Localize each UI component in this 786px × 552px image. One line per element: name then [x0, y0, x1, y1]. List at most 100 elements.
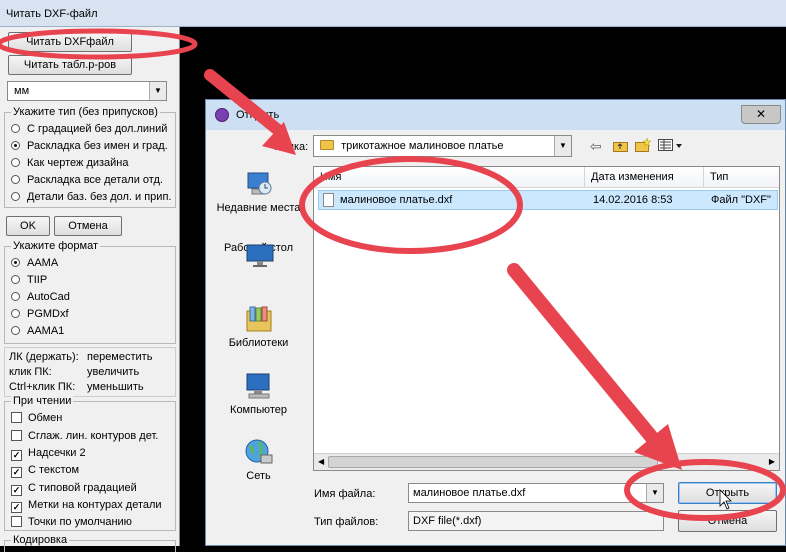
hint-key: ЛК (держать): — [9, 351, 79, 363]
chevron-down-icon[interactable]: ▼ — [554, 136, 571, 156]
hint-value: увеличить — [87, 366, 140, 378]
place-label: Сеть — [246, 470, 271, 482]
places-bar: Недавние места Рабочий стол Библиотеки К… — [213, 160, 304, 495]
read-option[interactable]: ✓ С типовой градацией — [11, 480, 137, 496]
column-header-date[interactable]: Дата изменения — [585, 167, 704, 188]
open-button[interactable]: Открыть — [678, 482, 777, 504]
type-option[interactable]: Как чертеж дизайна — [11, 155, 129, 171]
radio-icon[interactable] — [11, 158, 20, 167]
folder-label: Папка: — [274, 141, 309, 153]
read-options-group: При чтении Обмен Сглаж. лин. контуров де… — [4, 395, 176, 531]
scrollbar-thumb[interactable] — [328, 456, 658, 468]
horizontal-scrollbar[interactable]: ◀ ▶ — [314, 453, 779, 470]
format-option[interactable]: PGMDxf — [11, 306, 69, 322]
units-select[interactable]: мм ▼ — [7, 81, 167, 101]
scroll-left-icon[interactable]: ◀ — [318, 457, 324, 466]
radio-selected-icon[interactable] — [11, 258, 20, 267]
checkbox-icon[interactable] — [11, 516, 22, 527]
radio-icon[interactable] — [11, 124, 20, 133]
place-label: Недавние места — [216, 202, 301, 214]
libraries-icon — [246, 306, 271, 332]
file-name-input[interactable]: малиновое платье.dxf ▼ — [408, 483, 664, 503]
recent-places-icon — [247, 172, 271, 195]
chevron-down-icon[interactable]: ▼ — [646, 484, 663, 502]
read-group-title: При чтении — [11, 395, 74, 407]
place-network[interactable]: Сеть — [213, 438, 304, 483]
ok-button[interactable]: OK — [6, 216, 50, 236]
checkbox-icon[interactable] — [11, 412, 22, 423]
back-arrow-icon[interactable]: ⇦ — [590, 139, 604, 153]
type-option[interactable]: Раскладка без имен и град. — [11, 138, 168, 154]
radio-icon[interactable] — [11, 292, 20, 301]
radio-icon[interactable] — [11, 309, 20, 318]
type-option[interactable]: Детали баз. без дол. и прип. — [11, 189, 171, 205]
radio-selected-icon[interactable] — [11, 141, 20, 150]
read-option[interactable]: Сглаж. лин. контуров дет. — [11, 428, 158, 444]
type-option[interactable]: Раскладка все детали отд. — [11, 172, 163, 188]
checkmark-icon[interactable]: ✓ — [11, 450, 22, 461]
mouse-hints: ЛК (держать): переместить клик ПК: увели… — [4, 347, 176, 397]
place-computer[interactable]: Компьютер — [213, 372, 304, 417]
format-option[interactable]: TIIP — [11, 272, 47, 288]
read-option[interactable]: Точки по умолчанию — [11, 514, 132, 530]
desktop-icon — [246, 244, 274, 267]
table-row[interactable]: малиновое платье.dxf 14.02.2016 8:53 Фай… — [318, 190, 778, 210]
radio-icon[interactable] — [11, 192, 20, 201]
file-icon — [323, 193, 334, 207]
read-option[interactable]: ✓ С текстом — [11, 462, 79, 478]
file-date: 14.02.2016 8:53 — [593, 194, 673, 206]
new-folder-icon — [635, 137, 652, 152]
file-list[interactable]: Имя Дата изменения Тип малиновое платье.… — [313, 166, 780, 471]
radio-icon[interactable] — [11, 175, 20, 184]
chevron-down-icon[interactable]: ▼ — [149, 82, 166, 100]
close-button[interactable]: ✕ — [741, 105, 781, 124]
hint-key: клик ПК: — [9, 366, 52, 378]
place-label: Компьютер — [230, 404, 287, 416]
scroll-right-icon[interactable]: ▶ — [769, 457, 775, 466]
column-header-type[interactable]: Тип — [704, 167, 779, 188]
column-header-name[interactable]: Имя — [314, 167, 585, 188]
read-option[interactable]: ✓ Надсечки 2 — [11, 445, 86, 461]
checkmark-icon[interactable]: ✓ — [11, 502, 22, 513]
type-option[interactable]: С градацией без дол.линий — [11, 121, 167, 137]
cancel-button[interactable]: Отмена — [54, 216, 122, 236]
open-file-dialog: Открыть ✕ Папка: трикотажное малиновое п… — [205, 99, 786, 546]
view-menu-icon[interactable] — [658, 139, 684, 152]
file-type-value: DXF file(*.dxf) — [413, 515, 482, 527]
format-option[interactable]: AAMA — [11, 255, 58, 271]
radio-icon[interactable] — [11, 275, 20, 284]
units-value: мм — [14, 85, 30, 97]
format-group-title: Укажите формат — [11, 240, 101, 252]
checkmark-icon[interactable]: ✓ — [11, 467, 22, 478]
folder-select[interactable]: трикотажное малиновое платье ▼ — [313, 135, 572, 157]
read-table-button[interactable]: Читать табл.р-ров — [8, 55, 132, 75]
format-option[interactable]: AutoCad — [11, 289, 70, 305]
read-dxf-button[interactable]: Читать DXFфайл — [8, 32, 132, 52]
folder-value: трикотажное малиновое платье — [341, 140, 504, 152]
window-title: Читать DXF-файл — [6, 8, 98, 20]
computer-icon — [244, 372, 274, 400]
place-libraries[interactable]: Библиотеки — [213, 305, 304, 350]
place-recent[interactable]: Недавние места — [213, 170, 304, 215]
app-icon — [215, 108, 229, 122]
checkmark-icon[interactable]: ✓ — [11, 485, 22, 496]
hint-key: Ctrl+клик ПК: — [9, 381, 76, 393]
checkbox-icon[interactable] — [11, 430, 22, 441]
format-option[interactable]: AAMA1 — [11, 323, 64, 339]
view-menu-icon — [658, 139, 682, 151]
radio-icon[interactable] — [11, 326, 20, 335]
desktop-icon — [245, 241, 275, 269]
file-name: малиновое платье.dxf — [340, 194, 453, 206]
computer-icon — [246, 373, 269, 399]
read-option[interactable]: Обмен — [11, 410, 62, 426]
encoding-group: Кодировка — [4, 534, 176, 552]
new-folder-icon[interactable] — [635, 137, 652, 152]
read-option[interactable]: ✓ Метки на контурах детали — [11, 497, 162, 513]
up-folder-icon[interactable] — [613, 140, 628, 152]
type-group-title: Укажите тип (без припусков) — [11, 106, 160, 118]
recent-places-icon — [244, 170, 274, 198]
file-type-select[interactable]: DXF file(*.dxf) — [408, 511, 664, 531]
file-type: Файл "DXF" — [711, 194, 771, 206]
encoding-title: Кодировка — [11, 534, 70, 546]
dialog-cancel-button[interactable]: Отмена — [678, 510, 777, 532]
